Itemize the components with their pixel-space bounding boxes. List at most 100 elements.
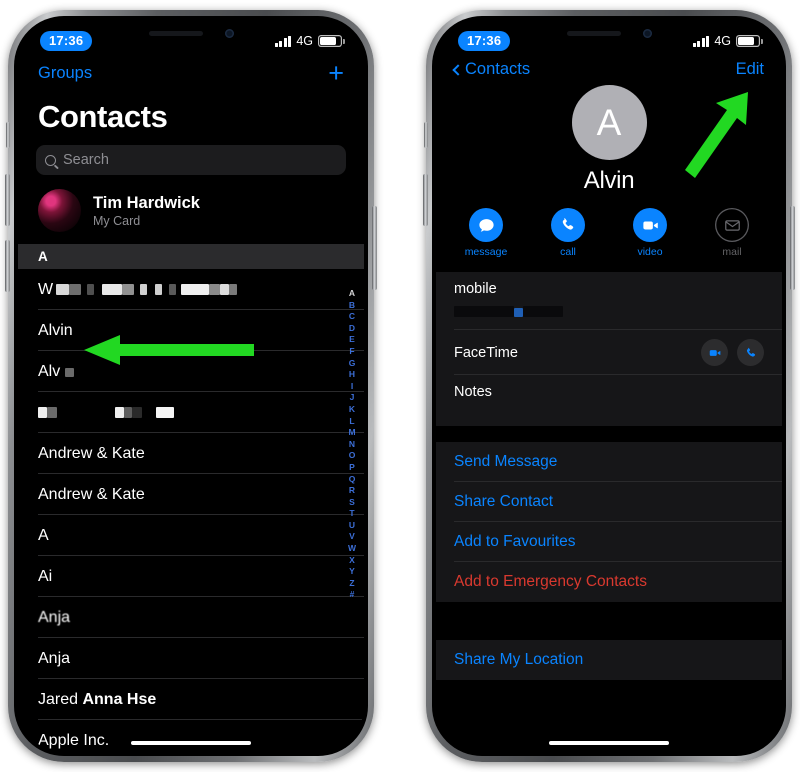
- my-card-subtitle: My Card: [93, 213, 141, 228]
- phone-icon[interactable]: [737, 339, 764, 366]
- table-row[interactable]: Anja: [18, 638, 364, 679]
- index-letter[interactable]: X: [349, 555, 355, 567]
- index-letter[interactable]: R: [349, 485, 355, 497]
- message-action-button[interactable]: message: [461, 208, 511, 258]
- avatar: [38, 189, 81, 232]
- my-card-name: Tim Hardwick: [93, 193, 200, 212]
- power-button[interactable]: [372, 206, 377, 290]
- groups-button[interactable]: Groups: [38, 64, 92, 83]
- index-letter[interactable]: Z: [349, 578, 354, 590]
- index-letter[interactable]: G: [349, 358, 356, 370]
- share-my-location-button[interactable]: Share My Location: [436, 640, 782, 680]
- home-indicator[interactable]: [549, 740, 669, 745]
- index-letter[interactable]: N: [349, 439, 355, 451]
- video-camera-icon: [633, 208, 667, 242]
- index-letter[interactable]: L: [349, 416, 354, 428]
- quick-actions: message call video mail: [436, 195, 782, 272]
- video-camera-icon[interactable]: [701, 339, 728, 366]
- contact-name-alvin: Alvin: [38, 321, 73, 339]
- detail-row-mobile[interactable]: mobile: [436, 272, 782, 330]
- video-action-button[interactable]: video: [625, 208, 675, 258]
- status-time: 17:36: [40, 31, 93, 51]
- my-card-row[interactable]: Tim Hardwick My Card: [18, 185, 364, 244]
- index-letter[interactable]: F: [349, 346, 354, 358]
- table-row[interactable]: Andrew & Kate: [18, 433, 364, 474]
- table-row[interactable]: W: [18, 269, 364, 310]
- index-letter[interactable]: H: [349, 369, 355, 381]
- index-letter[interactable]: K: [349, 404, 355, 416]
- mail-action-button: mail: [707, 208, 757, 258]
- share-contact-button[interactable]: Share Contact: [436, 482, 782, 522]
- index-letter[interactable]: D: [349, 323, 355, 335]
- index-letter[interactable]: Q: [349, 474, 356, 486]
- phone-icon: [551, 208, 585, 242]
- screenshot-stage: 17:36 4G Groups + Contacts Search Tim Ha…: [0, 0, 800, 772]
- contact-name: Apple Inc.: [38, 731, 110, 749]
- page-title: Contacts: [38, 99, 168, 134]
- contacts-nav-bar: Groups +: [18, 56, 364, 87]
- index-letter[interactable]: J: [350, 392, 355, 404]
- detail-row-label: mobile: [454, 281, 497, 297]
- envelope-icon: [715, 208, 749, 242]
- contact-name: Andrew & Kate: [38, 485, 145, 503]
- my-card-text: Tim Hardwick My Card: [93, 194, 200, 228]
- index-letter[interactable]: I: [351, 381, 353, 393]
- call-action-button[interactable]: call: [543, 208, 593, 258]
- facetime-buttons: [701, 339, 764, 366]
- send-message-button[interactable]: Send Message: [436, 442, 782, 482]
- table-row[interactable]: Anja: [18, 597, 364, 638]
- volume-up-button[interactable]: [5, 174, 10, 226]
- status-bar-left: 17:36 4G: [18, 20, 364, 56]
- redaction-blocks: [65, 363, 75, 381]
- detail-card-contact-info: mobile FaceTime Notes: [436, 272, 782, 426]
- index-letter[interactable]: M: [348, 427, 355, 439]
- index-letter[interactable]: E: [349, 334, 355, 346]
- index-letter[interactable]: T: [349, 508, 354, 520]
- add-to-emergency-contacts-button[interactable]: Add to Emergency Contacts: [436, 562, 782, 602]
- phone-left-contacts-list: 17:36 4G Groups + Contacts Search Tim Ha…: [5, 10, 377, 762]
- table-row[interactable]: Andrew & Kate: [18, 474, 364, 515]
- status-indicators: 4G: [274, 34, 345, 48]
- add-contact-button[interactable]: +: [328, 60, 344, 87]
- home-indicator[interactable]: [131, 740, 251, 745]
- detail-card-actions: Send Message Share Contact Add to Favour…: [436, 442, 782, 602]
- index-letter[interactable]: Y: [349, 566, 355, 578]
- silent-switch[interactable]: [6, 122, 10, 148]
- index-letter[interactable]: B: [349, 300, 355, 312]
- table-row[interactable]: Ai: [18, 556, 364, 597]
- power-button[interactable]: [790, 206, 795, 290]
- action-label: video: [637, 246, 663, 258]
- monogram-avatar[interactable]: A: [571, 85, 647, 160]
- battery-icon: [736, 35, 763, 47]
- search-input[interactable]: Search: [36, 145, 346, 175]
- index-letter[interactable]: O: [349, 450, 356, 462]
- silent-switch[interactable]: [424, 122, 428, 148]
- table-row[interactable]: Jared Anna Hse: [18, 679, 364, 720]
- message-bubble-icon: [469, 208, 503, 242]
- contact-name: Ai: [38, 567, 53, 585]
- detail-row-notes[interactable]: Notes: [436, 375, 782, 426]
- volume-down-button[interactable]: [5, 240, 10, 292]
- index-letter[interactable]: S: [349, 497, 355, 509]
- index-letter[interactable]: V: [349, 531, 355, 543]
- table-row[interactable]: [18, 392, 364, 433]
- contact-name: Anja: [38, 649, 71, 667]
- table-row[interactable]: A: [18, 515, 364, 556]
- index-letter[interactable]: C: [349, 311, 355, 323]
- status-indicators: 4G: [692, 34, 763, 48]
- detail-row-label: FaceTime: [454, 344, 518, 361]
- index-letter[interactable]: W: [348, 543, 356, 555]
- contact-name: A: [38, 526, 49, 544]
- index-letter[interactable]: P: [349, 462, 355, 474]
- detail-row-facetime[interactable]: FaceTime: [436, 330, 782, 375]
- back-button[interactable]: Contacts: [452, 60, 530, 79]
- table-row[interactable]: Apple Inc.: [18, 720, 364, 752]
- action-label: message: [464, 246, 508, 258]
- add-to-favourites-button[interactable]: Add to Favourites: [436, 522, 782, 562]
- volume-up-button[interactable]: [423, 174, 428, 226]
- index-letter[interactable]: A: [349, 288, 355, 300]
- edit-button[interactable]: Edit: [736, 60, 764, 79]
- alphabet-index[interactable]: A B C D E F G H I J K L M N O P Q R S T …: [344, 288, 360, 601]
- index-letter[interactable]: U: [349, 520, 355, 532]
- index-letter[interactable]: #: [350, 589, 355, 601]
